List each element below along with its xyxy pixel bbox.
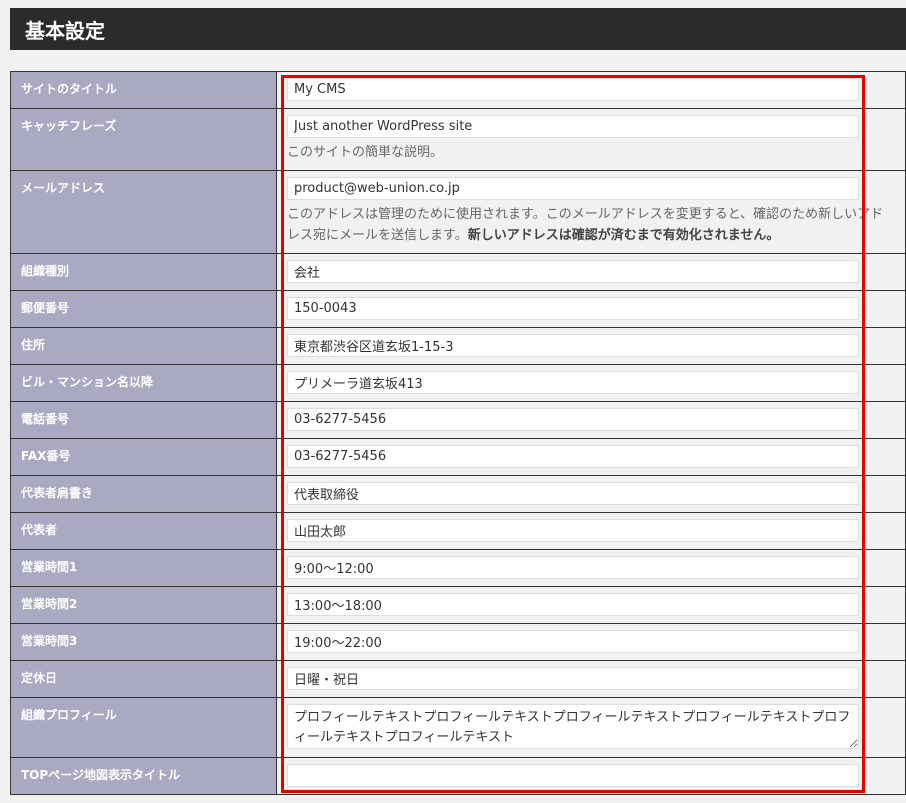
section-title: 基本設定 bbox=[25, 18, 105, 43]
row-rep-title: 代表者肩書き bbox=[10, 475, 906, 513]
building-input[interactable] bbox=[287, 371, 859, 394]
email-description-strong: 新しいアドレスは確認が済むまで有効化されません。 bbox=[467, 228, 780, 243]
row-tagline: キャッチフレーズ このサイトの簡単な説明。 bbox=[10, 108, 906, 171]
email-input[interactable] bbox=[287, 177, 859, 200]
row-address: 住所 bbox=[10, 327, 906, 365]
postal-code-input[interactable] bbox=[287, 297, 859, 320]
hours1-input[interactable] bbox=[287, 556, 859, 579]
row-representative: 代表者 bbox=[10, 512, 906, 550]
label-profile: 組織プロフィール bbox=[10, 697, 277, 758]
row-fax: FAX番号 bbox=[10, 438, 906, 476]
phone-input[interactable] bbox=[287, 408, 859, 431]
holiday-input[interactable] bbox=[287, 667, 859, 690]
label-fax: FAX番号 bbox=[10, 438, 277, 476]
profile-textarea[interactable]: プロフィールテキストプロフィールテキストプロフィールテキストプロフィールテキスト… bbox=[287, 704, 859, 749]
label-hours3: 営業時間3 bbox=[10, 623, 277, 661]
address-input[interactable] bbox=[287, 334, 859, 357]
row-hours1: 営業時間1 bbox=[10, 549, 906, 587]
label-hours1: 営業時間1 bbox=[10, 549, 277, 587]
rep-title-input[interactable] bbox=[287, 482, 859, 505]
label-postal-code: 郵便番号 bbox=[10, 290, 277, 328]
row-building: ビル・マンション名以降 bbox=[10, 364, 906, 402]
label-address: 住所 bbox=[10, 327, 277, 365]
label-map-title: TOPページ地図表示タイトル bbox=[10, 757, 277, 795]
label-hours2: 営業時間2 bbox=[10, 586, 277, 624]
label-building: ビル・マンション名以降 bbox=[10, 364, 277, 402]
map-title-input[interactable] bbox=[287, 764, 859, 787]
fax-input[interactable] bbox=[287, 445, 859, 468]
row-holiday: 定休日 bbox=[10, 660, 906, 698]
row-profile: 組織プロフィール プロフィールテキストプロフィールテキストプロフィールテキストプ… bbox=[10, 697, 906, 758]
tagline-input[interactable] bbox=[287, 115, 859, 138]
row-hours2: 営業時間2 bbox=[10, 586, 906, 624]
representative-input[interactable] bbox=[287, 519, 859, 542]
label-org-type: 組織種別 bbox=[10, 253, 277, 291]
settings-table: サイトのタイトル キャッチフレーズ このサイトの簡単な説明。 メールアドレス こ… bbox=[10, 71, 906, 795]
label-representative: 代表者 bbox=[10, 512, 277, 550]
label-phone: 電話番号 bbox=[10, 401, 277, 439]
section-header: 基本設定 bbox=[10, 8, 906, 50]
label-site-title: サイトのタイトル bbox=[10, 71, 277, 109]
label-rep-title: 代表者肩書き bbox=[10, 475, 277, 513]
tagline-description: このサイトの簡単な説明。 bbox=[287, 145, 444, 160]
row-hours3: 営業時間3 bbox=[10, 623, 906, 661]
org-type-input[interactable] bbox=[287, 260, 859, 283]
email-description: このアドレスは管理のために使用されます。このメールアドレスを変更すると、確認のた… bbox=[287, 204, 887, 246]
hours2-input[interactable] bbox=[287, 593, 859, 616]
label-email: メールアドレス bbox=[10, 170, 277, 254]
row-map-title: TOPページ地図表示タイトル bbox=[10, 757, 906, 795]
label-holiday: 定休日 bbox=[10, 660, 277, 698]
row-site-title: サイトのタイトル bbox=[10, 71, 906, 109]
label-tagline: キャッチフレーズ bbox=[10, 108, 277, 171]
row-postal-code: 郵便番号 bbox=[10, 290, 906, 328]
row-org-type: 組織種別 bbox=[10, 253, 906, 291]
site-title-input[interactable] bbox=[287, 78, 859, 101]
row-email: メールアドレス このアドレスは管理のために使用されます。このメールアドレスを変更… bbox=[10, 170, 906, 254]
row-phone: 電話番号 bbox=[10, 401, 906, 439]
hours3-input[interactable] bbox=[287, 630, 859, 653]
